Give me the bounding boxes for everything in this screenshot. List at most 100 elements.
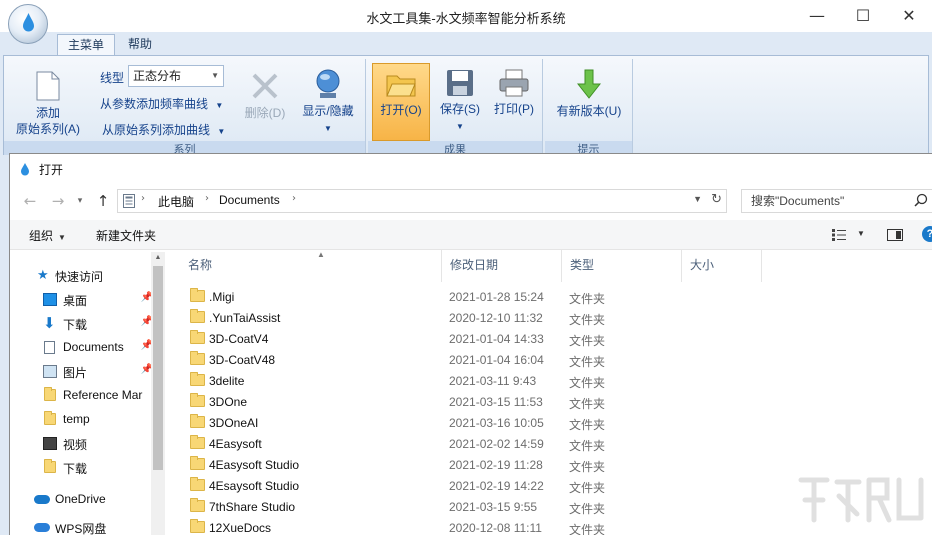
table-row[interactable]: 3D-CoatV48 2021-01-04 16:04 文件夹 bbox=[178, 350, 932, 371]
print-button[interactable]: 打印(P) bbox=[488, 69, 540, 129]
refresh-icon[interactable]: ↻ bbox=[711, 192, 722, 207]
file-type: 文件夹 bbox=[569, 481, 606, 495]
file-name: .YunTaiAssist bbox=[209, 311, 281, 325]
video-icon bbox=[43, 437, 57, 450]
nav-label: 视频 bbox=[63, 438, 88, 452]
nav-item-temp[interactable]: temp bbox=[10, 408, 153, 432]
scrollbar-thumb[interactable] bbox=[153, 266, 163, 470]
chevron-down-icon[interactable]: ▼ bbox=[857, 229, 865, 238]
file-name: 4Easysoft Studio bbox=[209, 458, 300, 472]
table-row[interactable]: .Migi 2021-01-28 15:24 文件夹 bbox=[178, 287, 932, 308]
file-date: 2021-03-15 9:55 bbox=[449, 500, 538, 514]
add-from-params-button[interactable]: 从参数添加频率曲线 ▼ bbox=[100, 95, 223, 112]
file-date: 2021-03-15 11:53 bbox=[449, 395, 543, 409]
add-series-button[interactable]: 添加 原始系列(A) bbox=[10, 71, 86, 141]
file-type: 文件夹 bbox=[569, 460, 606, 474]
save-button[interactable]: 保存(S) ▼ bbox=[434, 69, 486, 139]
app-logo[interactable] bbox=[8, 4, 48, 44]
tab-help[interactable]: 帮助 bbox=[118, 34, 162, 56]
breadcrumb-separator-icon[interactable]: › bbox=[205, 193, 209, 204]
add-from-params-label: 从参数添加频率曲线 bbox=[100, 97, 209, 111]
folder-icon bbox=[190, 477, 205, 491]
address-bar[interactable]: › 此电脑 › Documents › ▼ ↻ bbox=[117, 189, 727, 213]
forward-arrow-icon[interactable]: → bbox=[48, 191, 68, 211]
delete-button[interactable]: 删除(D) bbox=[240, 71, 290, 131]
add-from-series-button[interactable]: 从原始系列添加曲线 ▼ bbox=[102, 121, 225, 138]
file-name: 3D-CoatV4 bbox=[209, 332, 269, 346]
breadcrumb-separator-icon[interactable]: › bbox=[141, 193, 145, 204]
folder-icon bbox=[190, 498, 205, 512]
nav-item-quick-access[interactable]: ★ 快速访问 bbox=[10, 264, 153, 288]
add-from-series-label: 从原始系列添加曲线 bbox=[102, 123, 211, 137]
nav-item-wps-drive[interactable]: WPS网盘 bbox=[10, 516, 153, 535]
nav-item-documents[interactable]: Documents 📌 bbox=[10, 336, 153, 360]
organize-button[interactable]: 组织 ▼ bbox=[29, 227, 66, 244]
folder-icon bbox=[190, 414, 205, 428]
table-row[interactable]: .YunTaiAssist 2020-12-10 11:32 文件夹 bbox=[178, 308, 932, 329]
scroll-up-icon[interactable]: ▲ bbox=[151, 252, 165, 264]
view-options-icon[interactable] bbox=[832, 229, 846, 241]
update-button[interactable]: 有新版本(U) bbox=[549, 69, 629, 129]
column-date[interactable]: 修改日期 bbox=[442, 250, 562, 282]
nav-label: 快速访问 bbox=[55, 270, 104, 284]
file-type: 文件夹 bbox=[569, 313, 606, 327]
search-input[interactable] bbox=[743, 191, 913, 211]
file-name: 4Easysoft bbox=[209, 437, 262, 451]
help-icon[interactable]: ? bbox=[922, 226, 932, 242]
nav-item-videos[interactable]: 视频 bbox=[10, 432, 153, 456]
nav-item-reference[interactable]: Reference Mar bbox=[10, 384, 153, 408]
file-type: 文件夹 bbox=[569, 439, 606, 453]
column-header: ▲ 名称 修改日期 类型 大小 bbox=[178, 250, 932, 282]
nav-item-pictures[interactable]: 图片 📌 bbox=[10, 360, 153, 384]
column-name[interactable]: 名称 bbox=[180, 250, 442, 282]
preview-pane-icon[interactable] bbox=[887, 229, 903, 241]
up-arrow-icon[interactable]: ↑ bbox=[93, 191, 113, 211]
app-title: 水文工具集-水文频率智能分析系统 bbox=[366, 11, 566, 26]
ribbon-group-tips: 有新版本(U) 提示 bbox=[545, 59, 633, 156]
table-row[interactable]: 4Easysoft 2021-02-02 14:59 文件夹 bbox=[178, 434, 932, 455]
watermark-logo bbox=[798, 477, 924, 523]
recent-dropdown-icon[interactable]: ▾ bbox=[70, 191, 90, 211]
folder-icon bbox=[190, 288, 205, 302]
water-drop-icon bbox=[21, 163, 29, 176]
file-name: 3delite bbox=[209, 374, 245, 388]
column-size[interactable]: 大小 bbox=[682, 250, 762, 282]
nav-label: OneDrive bbox=[55, 492, 106, 506]
file-name: 3DOneAI bbox=[209, 416, 259, 430]
breadcrumb-this-pc[interactable]: 此电脑 bbox=[158, 193, 194, 210]
table-row[interactable]: 3delite 2021-03-11 9:43 文件夹 bbox=[178, 371, 932, 392]
file-type: 文件夹 bbox=[569, 397, 606, 411]
open-file-dialog: 打开 ← → ▾ ↑ › 此电脑 › Documents › ▼ ↻ 组织 ▼ 新… bbox=[9, 153, 932, 535]
nav-item-onedrive[interactable]: OneDrive bbox=[10, 488, 153, 512]
chevron-down-icon[interactable]: ▼ bbox=[693, 194, 702, 204]
show-hide-button[interactable]: 显示/隐藏 ▼ bbox=[298, 69, 358, 139]
file-type: 文件夹 bbox=[569, 523, 606, 535]
picture-icon bbox=[43, 365, 57, 378]
table-row[interactable]: 3DOne 2021-03-15 11:53 文件夹 bbox=[178, 392, 932, 413]
nav-item-downloads[interactable]: ⬇ 下载 📌 bbox=[10, 312, 153, 336]
maximize-button[interactable]: ☐ bbox=[840, 0, 886, 32]
search-icon[interactable] bbox=[914, 193, 928, 207]
download-icon: ⬇ bbox=[43, 314, 56, 332]
tab-main-menu[interactable]: 主菜单 bbox=[57, 34, 116, 56]
new-folder-button[interactable]: 新建文件夹 bbox=[96, 227, 156, 244]
file-date: 2021-01-04 14:33 bbox=[449, 332, 544, 346]
download-arrow-icon bbox=[577, 69, 601, 99]
update-label: 有新版本(U) bbox=[556, 104, 622, 118]
nav-item-desktop[interactable]: 桌面 📌 bbox=[10, 288, 153, 312]
open-button[interactable]: 打开(O) bbox=[372, 63, 430, 141]
minimize-button[interactable]: — bbox=[794, 0, 840, 32]
column-type[interactable]: 类型 bbox=[562, 250, 682, 282]
back-arrow-icon[interactable]: ← bbox=[20, 191, 40, 211]
nav-scrollbar[interactable]: ▲ bbox=[151, 252, 165, 535]
nav-label: Documents bbox=[63, 340, 124, 354]
table-row[interactable]: 3DOneAI 2021-03-16 10:05 文件夹 bbox=[178, 413, 932, 434]
close-button[interactable]: ✕ bbox=[886, 0, 932, 32]
table-row[interactable]: 3D-CoatV4 2021-01-04 14:33 文件夹 bbox=[178, 329, 932, 350]
add-series-label-2: 原始系列(A) bbox=[16, 122, 80, 136]
line-type-value: 正态分布 bbox=[133, 69, 182, 83]
breadcrumb-separator-icon[interactable]: › bbox=[292, 193, 296, 204]
nav-item-downloads-folder[interactable]: 下载 bbox=[10, 456, 153, 480]
line-type-select[interactable]: 正态分布 ▼ bbox=[128, 65, 224, 87]
breadcrumb-documents[interactable]: Documents bbox=[219, 193, 280, 207]
